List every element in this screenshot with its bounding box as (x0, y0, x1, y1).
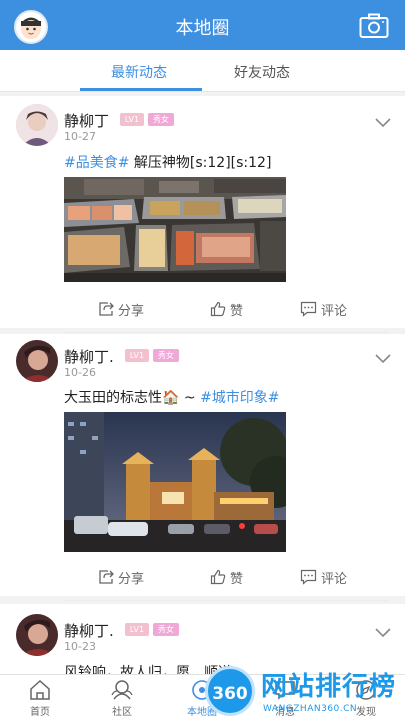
post-username[interactable]: 静柳丁. (64, 620, 114, 641)
user-photo-icon (16, 614, 58, 656)
tab-latest[interactable]: 最新动态 (111, 62, 167, 82)
post-divider (64, 332, 389, 333)
like-button[interactable]: 赞 (210, 562, 243, 592)
level-badge: LV1 (125, 349, 149, 362)
food-display-photo[interactable] (64, 177, 286, 282)
share-icon (99, 302, 114, 316)
gender-badge: 秀女 (153, 349, 179, 362)
night-city-gate-photo[interactable] (64, 412, 286, 552)
post-hashtag[interactable]: #城市印象# (200, 390, 279, 406)
post-card: 静柳丁. LV1 秀女 10-26 大玉田的标志性🏠 ~ #城市印象# 分享 赞… (0, 334, 405, 601)
active-tab-indicator (80, 88, 202, 91)
gender-badge: 秀女 (148, 113, 174, 126)
tab-friends[interactable]: 好友动态 (234, 62, 290, 82)
share-label: 分享 (118, 303, 145, 319)
post-actions: 分享 赞 评论 (64, 294, 389, 324)
post-content: #品美食# 解压神物[s:12][s:12] (64, 152, 271, 172)
like-label: 赞 (230, 571, 244, 587)
camera-icon[interactable] (359, 13, 389, 39)
comment-button[interactable]: 评论 (300, 562, 347, 592)
level-badge: LV1 (125, 623, 149, 636)
gender-badge: 秀女 (153, 623, 179, 636)
share-icon (99, 570, 114, 584)
post-text: 解压神物[s:12][s:12] (129, 155, 272, 171)
comment-button[interactable]: 评论 (300, 294, 347, 324)
post-text: 大玉田的标志性 (64, 390, 162, 406)
post-username[interactable]: 静柳丁. (64, 346, 114, 367)
post-date: 10-27 (64, 130, 96, 143)
share-label: 分享 (118, 571, 145, 587)
post-text-sep: ~ (179, 390, 201, 406)
chevron-down-icon[interactable] (375, 118, 391, 128)
watermark-title: 网站排行榜 (261, 672, 397, 702)
post-date: 10-26 (64, 366, 96, 379)
post-username[interactable]: 静柳丁 (64, 110, 109, 131)
post-divider (64, 600, 389, 601)
post-actions: 分享 赞 评论 (64, 562, 389, 592)
nav-home[interactable]: 首页 (10, 679, 70, 718)
like-button[interactable]: 赞 (210, 294, 243, 324)
post-content: 大玉田的标志性🏠 ~ #城市印象# (64, 387, 280, 407)
share-button[interactable]: 分享 (98, 294, 144, 324)
post-date: 10-23 (64, 640, 96, 653)
nav-home-label: 首页 (30, 707, 50, 718)
post-avatar[interactable] (16, 340, 58, 382)
share-button[interactable]: 分享 (98, 562, 144, 592)
chevron-down-icon[interactable] (375, 354, 391, 364)
nav-community[interactable]: 社区 (92, 679, 152, 718)
site-watermark: 360 网站排行榜 WANGZHAN360.CN (205, 664, 405, 720)
comment-icon (300, 569, 317, 585)
community-icon (111, 680, 133, 700)
thumbs-up-icon (210, 569, 226, 585)
page-title: 本地圈 (175, 18, 230, 39)
nav-community-label: 社区 (112, 707, 132, 718)
feed-list[interactable]: 静柳丁 LV1 秀女 10-27 #品美食# 解压神物[s:12][s:12] (0, 92, 405, 674)
post-hashtag[interactable]: #品美食# (64, 155, 129, 171)
comment-label: 评论 (321, 571, 348, 587)
comment-label: 评论 (321, 303, 348, 319)
chevron-down-icon[interactable] (375, 628, 391, 638)
comment-icon (300, 301, 317, 317)
house-emoji: 🏠 (162, 390, 180, 406)
feed-tabs: 最新动态 好友动态 (0, 50, 405, 92)
level-badge: LV1 (120, 113, 144, 126)
user-photo-icon (16, 104, 58, 146)
post-card: 静柳丁 LV1 秀女 10-27 #品美食# 解压神物[s:12][s:12] (0, 96, 405, 333)
top-bar: 本地圈 (0, 0, 405, 50)
watermark-subtitle: WANGZHAN360.CN (263, 704, 358, 714)
like-label: 赞 (230, 303, 244, 319)
home-icon (30, 679, 50, 700)
post-avatar[interactable] (16, 614, 58, 656)
post-avatar[interactable] (16, 104, 58, 146)
user-photo-icon (16, 340, 58, 382)
watermark-logo: 360 (205, 666, 255, 716)
thumbs-up-icon (210, 301, 226, 317)
